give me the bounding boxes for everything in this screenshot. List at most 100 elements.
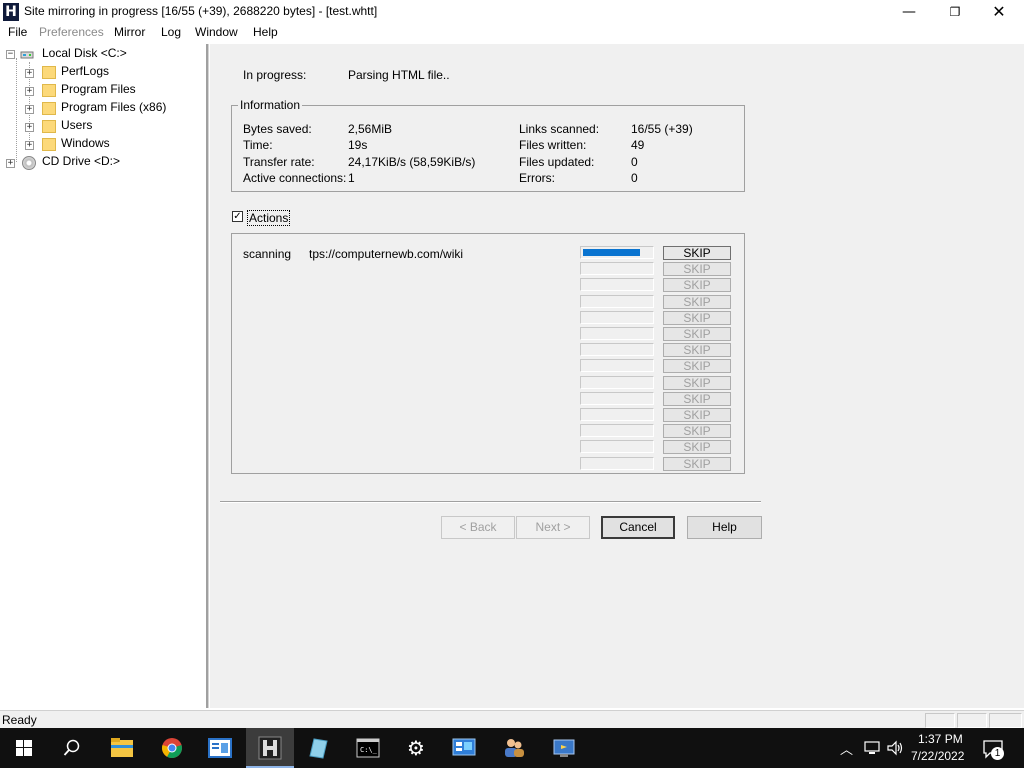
taskbar-remote-desktop[interactable] xyxy=(540,728,588,768)
collapse-icon[interactable]: − xyxy=(6,50,15,59)
notepad-icon xyxy=(309,738,328,759)
actions-checkbox[interactable]: ✓ xyxy=(232,211,243,222)
menu-help[interactable]: Help xyxy=(253,25,278,39)
menu-log[interactable]: Log xyxy=(161,25,181,39)
tree-label-windows: Windows xyxy=(61,136,110,150)
expand-icon[interactable]: + xyxy=(6,159,15,168)
check-mark-icon: ✓ xyxy=(233,211,242,222)
menu-preferences[interactable]: Preferences xyxy=(39,25,104,39)
tree-item-cd-drive[interactable]: + CD Drive <D:> xyxy=(2,154,202,172)
tree-item-windows[interactable]: + Windows xyxy=(2,136,202,154)
taskbar-chrome[interactable] xyxy=(148,728,196,768)
bytes-saved-value: 2,56MiB xyxy=(348,122,393,136)
expand-icon[interactable]: + xyxy=(25,105,34,114)
taskbar-notepad[interactable] xyxy=(294,728,342,768)
time-value: 19s xyxy=(348,138,368,152)
action-progress-fill xyxy=(583,249,640,256)
volume-icon[interactable] xyxy=(886,740,904,756)
svg-text:C:\_: C:\_ xyxy=(360,746,378,754)
actions-label[interactable]: Actions xyxy=(247,210,291,226)
action-progress-bar xyxy=(580,376,654,389)
clock-date[interactable]: 7/22/2022 xyxy=(911,749,964,763)
tree-item-local-disk[interactable]: − Local Disk <C:> xyxy=(2,46,202,64)
in-progress-value: Parsing HTML file.. xyxy=(348,68,450,82)
action-progress-bar xyxy=(580,408,654,421)
httrack-icon xyxy=(258,736,282,760)
skip-button[interactable]: SKIP xyxy=(663,440,731,454)
active-connections-label: Active connections: xyxy=(243,171,347,185)
control-panel-icon xyxy=(452,738,476,756)
taskbar-users[interactable] xyxy=(490,728,538,768)
chevron-up-icon[interactable]: ︿ xyxy=(840,739,853,758)
in-progress-label: In progress: xyxy=(243,68,307,82)
taskbar-httrack[interactable] xyxy=(246,728,294,768)
tree-label-perflogs: PerfLogs xyxy=(61,64,110,78)
tree-label-program-files: Program Files xyxy=(61,82,136,96)
clock-time[interactable]: 1:37 PM xyxy=(918,732,963,746)
taskbar-settings[interactable]: ⚙ xyxy=(392,728,440,768)
maximize-button[interactable]: ❐ xyxy=(932,0,978,24)
taskbar-control-panel[interactable] xyxy=(440,728,488,768)
cancel-button[interactable]: Cancel xyxy=(601,516,675,539)
skip-button[interactable]: SKIP xyxy=(663,424,731,438)
expand-icon[interactable]: + xyxy=(25,141,34,150)
search-button[interactable] xyxy=(48,728,96,768)
action-progress-bar xyxy=(580,440,654,453)
action-progress-bar xyxy=(580,424,654,437)
taskbar-file-explorer[interactable] xyxy=(98,728,146,768)
tree-item-program-files-x86[interactable]: + Program Files (x86) xyxy=(2,100,202,118)
actions-group: scanning tps://computernewb.com/wiki SKI… xyxy=(231,233,745,474)
folder-icon xyxy=(42,84,56,97)
menu-file[interactable]: File xyxy=(8,25,27,39)
tree-item-program-files[interactable]: + Program Files xyxy=(2,82,202,100)
status-panel xyxy=(957,713,987,728)
skip-button[interactable]: SKIP xyxy=(663,359,731,373)
skip-button[interactable]: SKIP xyxy=(663,376,731,390)
skip-button[interactable]: SKIP xyxy=(663,278,731,292)
taskbar-command-prompt[interactable]: C:\_ xyxy=(344,728,392,768)
network-icon[interactable] xyxy=(864,741,880,755)
chrome-icon xyxy=(162,738,182,759)
back-button[interactable]: < Back xyxy=(441,516,515,539)
tree-item-perflogs[interactable]: + PerfLogs xyxy=(2,64,202,82)
skip-button[interactable]: SKIP xyxy=(663,408,731,422)
status-bar: Ready xyxy=(0,710,1024,728)
action-progress-bar xyxy=(580,359,654,372)
file-explorer-icon xyxy=(111,738,133,757)
menu-window[interactable]: Window xyxy=(195,25,238,39)
help-button[interactable]: Help xyxy=(687,516,762,539)
action-status: scanning xyxy=(243,247,292,261)
start-button[interactable] xyxy=(0,728,48,768)
title-bar: H Site mirroring in progress [16/55 (+39… xyxy=(0,0,1024,24)
skip-button[interactable]: SKIP xyxy=(663,327,731,341)
skip-button[interactable]: SKIP xyxy=(663,311,731,325)
windows-logo-icon xyxy=(16,740,32,756)
skip-button[interactable]: SKIP xyxy=(663,262,731,276)
command-prompt-icon: C:\_ xyxy=(356,738,380,758)
tree-label-local-disk: Local Disk <C:> xyxy=(42,46,127,60)
skip-button[interactable]: SKIP xyxy=(663,457,731,471)
close-button[interactable]: ✕ xyxy=(976,0,1022,24)
links-scanned-label: Links scanned: xyxy=(519,122,600,136)
folder-icon xyxy=(42,138,56,151)
expand-icon[interactable]: + xyxy=(25,87,34,96)
app-window: H Site mirroring in progress [16/55 (+39… xyxy=(0,0,1024,768)
information-legend: Information xyxy=(238,98,303,112)
skip-button[interactable]: SKIP xyxy=(663,343,731,357)
expand-icon[interactable]: + xyxy=(25,123,34,132)
skip-button[interactable]: SKIP xyxy=(663,392,731,406)
tree-label-cd-drive: CD Drive <D:> xyxy=(42,154,121,168)
links-scanned-value: 16/55 (+39) xyxy=(631,122,693,136)
tree-item-users[interactable]: + Users xyxy=(2,118,202,136)
minimize-button[interactable]: — xyxy=(886,0,932,24)
folder-icon xyxy=(42,120,56,133)
time-label: Time: xyxy=(243,138,273,152)
taskbar-app-window[interactable] xyxy=(196,728,244,768)
expand-icon[interactable]: + xyxy=(25,69,34,78)
hard-disk-icon xyxy=(20,51,34,59)
skip-button[interactable]: SKIP xyxy=(663,295,731,309)
skip-button[interactable]: SKIP xyxy=(663,246,731,260)
menu-mirror[interactable]: Mirror xyxy=(114,25,145,39)
window-title: Site mirroring in progress [16/55 (+39),… xyxy=(24,4,378,18)
next-button[interactable]: Next > xyxy=(516,516,590,539)
